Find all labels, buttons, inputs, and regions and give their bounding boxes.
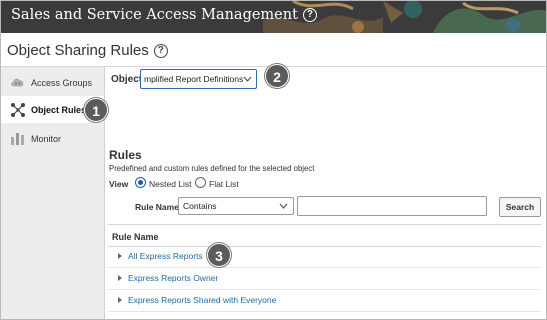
object-label: Object [111,74,143,85]
chevron-down-icon [279,203,288,209]
callout-badge-1: 1 [84,98,108,122]
page-title-text: Object Sharing Rules [7,42,149,59]
sidebar-item-monitor[interactable]: Monitor [1,125,104,152]
sidebar-item-access-groups[interactable]: Access Groups [1,69,104,96]
rule-name-label: Rule Name [135,202,179,212]
app-header: Sales and Service Access Management? [1,1,546,33]
bar-chart-icon [11,133,24,145]
table-row: Express Reports Shared with Everyone [108,290,541,312]
network-nodes-icon [11,103,25,117]
sidebar-item-label: Object Rules [31,105,87,115]
help-circle-icon[interactable]: ? [302,8,317,22]
sidebar-item-label: Monitor [31,134,62,144]
rule-link[interactable]: All Express Reports [128,251,203,261]
page-title-row: Object Sharing Rules? [1,33,546,67]
app-title-text: Sales and Service Access Management [11,7,298,23]
object-select-value: mplified Report Definitions [144,74,244,84]
table-row: Express Reports Owner [108,268,541,290]
rule-link[interactable]: Express Reports Shared with Everyone [128,295,276,305]
operator-select-value: Contains [183,201,217,211]
rule-name-search-input[interactable] [297,196,487,216]
chevron-down-icon [243,76,252,82]
expand-triangle-icon[interactable] [118,253,122,259]
sidebar-item-label: Access Groups [31,78,93,88]
callout-badge-3: 3 [207,243,231,267]
nested-list-radio[interactable] [135,177,146,188]
app-title: Sales and Service Access Management? [11,7,317,23]
rule-link[interactable]: Express Reports Owner [128,273,218,283]
callout-badge-2: 2 [265,64,289,88]
nested-list-label[interactable]: Nested List [149,179,192,189]
divider [108,224,541,225]
help-circle-icon[interactable]: ? [153,44,168,58]
flat-list-label[interactable]: Flat List [209,179,239,189]
rules-description: Predefined and custom rules defined for … [109,164,315,173]
expand-triangle-icon[interactable] [118,275,122,281]
expand-triangle-icon[interactable] [118,297,122,303]
search-button[interactable]: Search [499,197,541,217]
app-window: Sales and Service Access Management? Obj… [0,0,547,320]
cloud-group-icon [11,78,24,87]
object-select[interactable]: mplified Report Definitions [140,69,257,89]
rules-heading: Rules [109,148,142,162]
flat-list-radio[interactable] [195,177,206,188]
table-row: All Express Reports [108,246,541,268]
operator-select[interactable]: Contains [178,197,294,215]
view-label: View [109,179,129,189]
column-header-rule-name[interactable]: Rule Name [112,232,159,242]
page-title: Object Sharing Rules? [7,42,168,59]
